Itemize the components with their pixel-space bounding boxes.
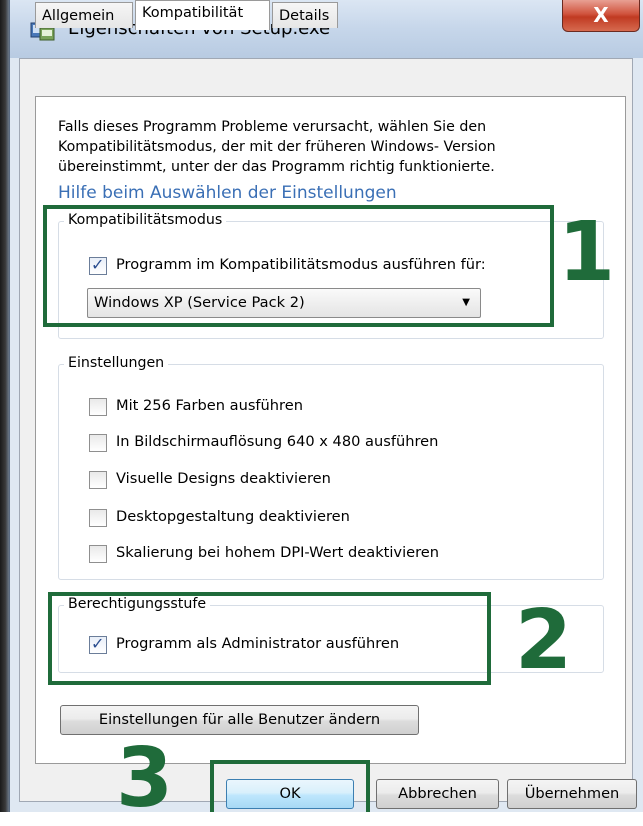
setting-checkbox-desktop-composition[interactable] [89,509,107,527]
highlight-box-step1 [43,205,554,327]
tab-details[interactable]: Details [272,2,338,28]
intro-text: Falls dieses Programm Probleme verursach… [58,119,496,175]
desktop-edge [0,0,9,812]
setting-label-640x480: In Bildschirmauflösung 640 x 480 ausführ… [116,433,439,450]
cancel-button[interactable]: Abbrechen [376,779,499,809]
step-number-3: 3 [116,731,174,826]
setting-checkbox-visual-designs[interactable] [89,471,107,489]
setting-label-desktop-composition: Desktopgestaltung deaktivieren [116,508,350,525]
setting-checkbox-dpi-scaling[interactable] [89,545,107,563]
setting-label-visual-designs: Visuelle Designs deaktivieren [116,470,331,487]
tab-details-label: Details [279,8,330,24]
tab-general-label: Allgemein [42,8,115,24]
close-icon: X [593,3,609,27]
apply-button[interactable]: Übernehmen [507,779,637,809]
highlight-box-step3 [210,760,370,812]
help-link[interactable]: Hilfe beim Auswählen der Einstellungen [58,183,397,203]
step-number-1: 1 [558,205,616,300]
change-settings-all-users-button[interactable]: Einstellungen für alle Benutzer ändern [60,705,419,735]
close-button[interactable]: X [562,0,640,32]
settings-group-label: Einstellungen [64,355,169,371]
highlight-box-step2 [48,592,491,685]
step-number-2: 2 [515,593,573,688]
setting-checkbox-640x480[interactable] [89,434,107,452]
tab-compatibility[interactable]: Kompatibilität [135,0,270,30]
tab-general[interactable]: Allgemein [35,2,133,28]
tab-compatibility-label: Kompatibilität [142,5,244,21]
setting-label-256-colors: Mit 256 Farben ausführen [116,397,303,414]
setting-checkbox-256-colors[interactable] [89,398,107,416]
setting-label-dpi-scaling: Skalierung bei hohem DPI-Wert deaktivier… [116,544,440,561]
